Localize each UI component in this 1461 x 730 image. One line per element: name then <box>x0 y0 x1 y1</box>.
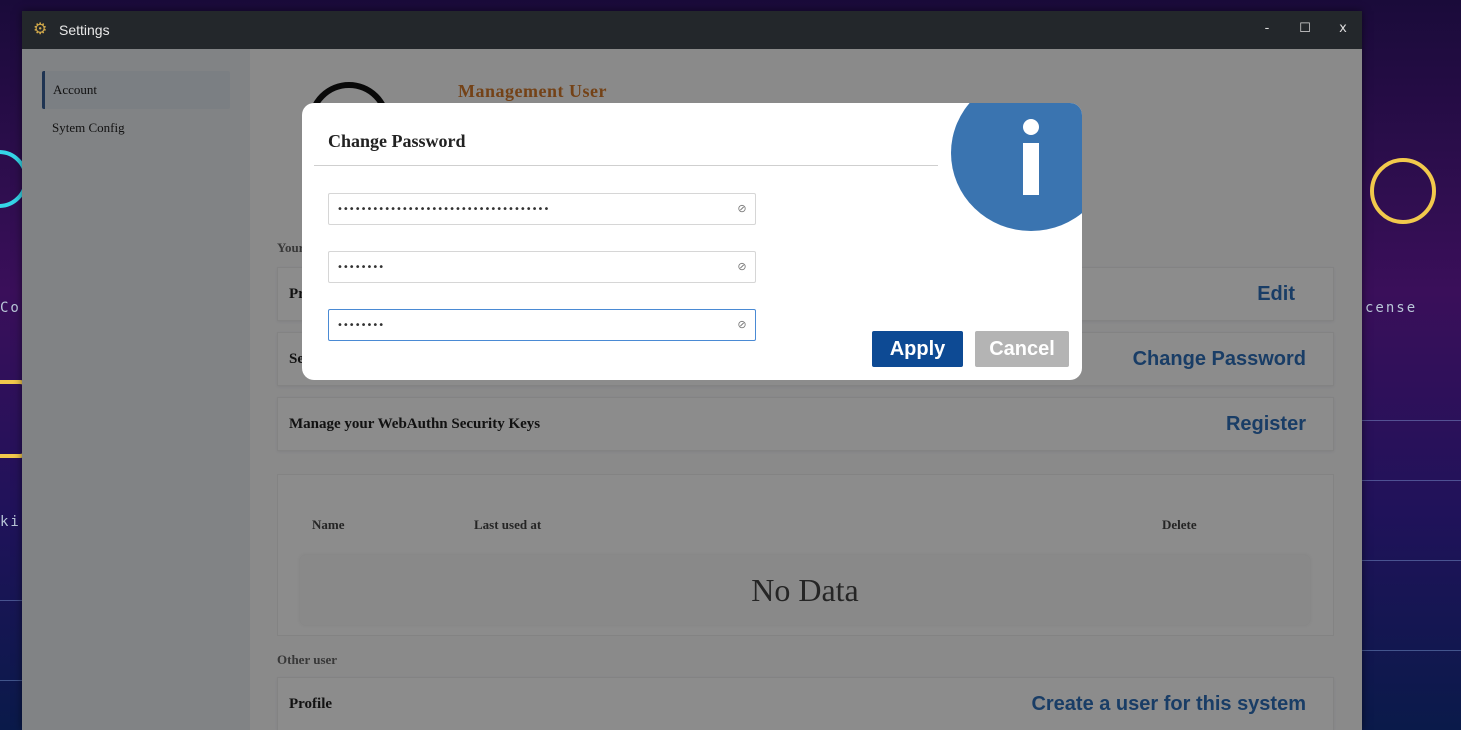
current-password-input[interactable] <box>335 202 729 216</box>
bg-grid-line <box>0 680 22 681</box>
minimize-button[interactable]: - <box>1248 11 1286 45</box>
toggle-visibility-icon[interactable]: ⊘ <box>735 202 749 216</box>
dialog-title: Change Password <box>328 131 466 151</box>
bg-text-cense: cense <box>1365 300 1418 316</box>
current-password-field[interactable]: ⊘ <box>328 193 756 225</box>
confirm-password-field[interactable]: ⊘ <box>328 309 756 341</box>
info-icon-bar <box>1023 143 1039 195</box>
info-icon-dot <box>1023 119 1039 135</box>
cancel-button[interactable]: Cancel <box>975 331 1069 367</box>
toggle-visibility-icon[interactable]: ⊘ <box>735 260 749 274</box>
info-icon <box>951 103 1082 231</box>
change-password-dialog: Change Password ⊘ ⊘ ⊘ Apply Cancel <box>302 103 1082 380</box>
dialog-divider <box>314 165 938 166</box>
window-controls: - ☐ x <box>1248 11 1362 49</box>
title-bar[interactable]: ⚙ Settings - ☐ x <box>22 11 1362 49</box>
confirm-password-input[interactable] <box>335 318 729 332</box>
close-button[interactable]: x <box>1324 11 1362 45</box>
bg-text-co: Co <box>0 300 21 316</box>
bg-grid-line <box>1362 560 1461 561</box>
toggle-visibility-icon[interactable]: ⊘ <box>735 318 749 332</box>
bg-grid-line <box>1362 650 1461 651</box>
bg-grid-line <box>0 600 22 601</box>
new-password-field[interactable]: ⊘ <box>328 251 756 283</box>
bg-grid-line <box>1362 480 1461 481</box>
bg-grid-line <box>1362 420 1461 421</box>
new-password-input[interactable] <box>335 260 729 274</box>
maximize-button[interactable]: ☐ <box>1286 11 1324 45</box>
window-title: Settings <box>59 22 110 38</box>
apply-button[interactable]: Apply <box>872 331 963 367</box>
gear-icon: ⚙ <box>33 21 48 38</box>
bg-ring-yellow <box>1370 158 1436 224</box>
